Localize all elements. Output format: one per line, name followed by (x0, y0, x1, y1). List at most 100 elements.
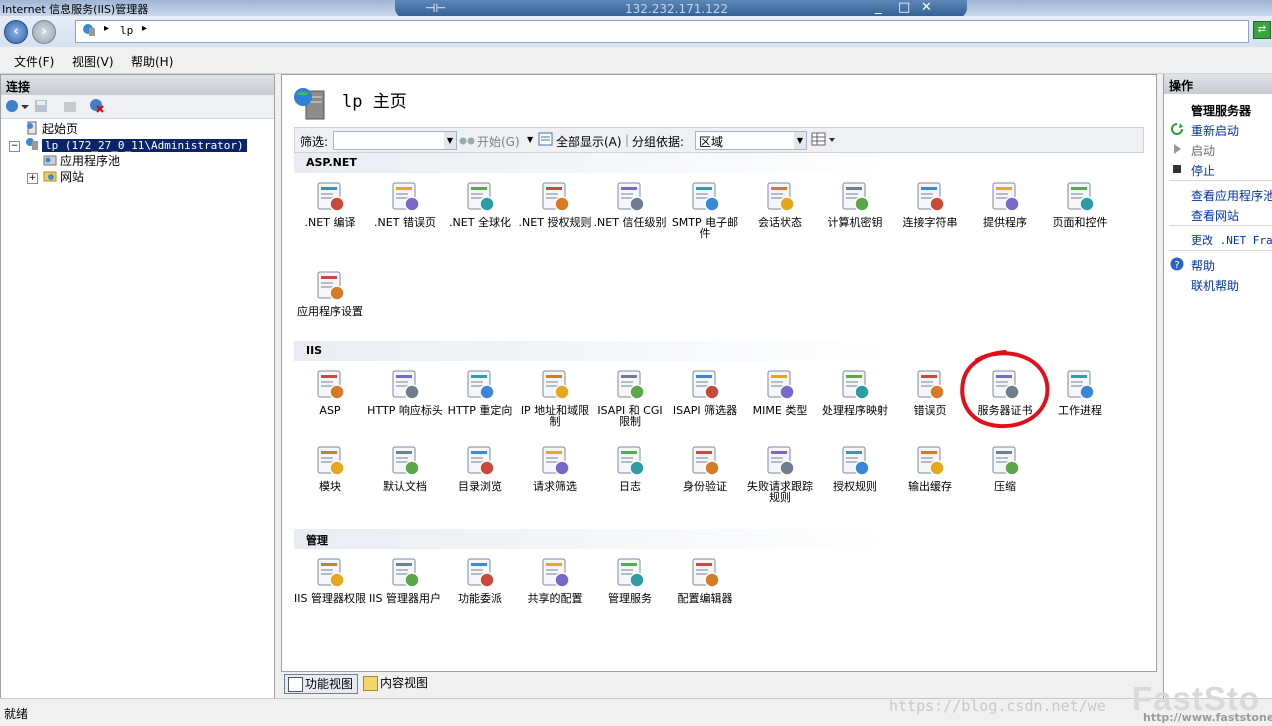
rdp-minimize-button[interactable]: _ (875, 0, 882, 15)
feature-item[interactable]: 管理服务 (592, 555, 668, 604)
address-box[interactable]: ▸ lp ▸ (75, 20, 1249, 43)
feature-label: 连接字符串 (902, 216, 958, 229)
feature-item[interactable]: IIS 管理器权限 (292, 555, 368, 604)
feature-item[interactable]: 默认文档 (367, 443, 443, 492)
feature-item[interactable]: 会话状态 (742, 179, 818, 228)
change-net-framework-link[interactable]: 更改 .NET Fram (1191, 232, 1272, 248)
connections-toolbar (1, 95, 274, 119)
tab-features-view[interactable]: 功能视图 (284, 674, 359, 694)
feature-label: IIS 管理器用户 (369, 592, 441, 605)
view-app-pools-link[interactable]: 查看应用程序池 (1191, 187, 1272, 204)
feature-item[interactable]: .NET 全球化 (442, 179, 518, 228)
feature-item[interactable]: 共享的配置 (517, 555, 593, 604)
feature-item[interactable]: 处理程序映射 (817, 367, 893, 416)
feature-label: 计算机密钥 (827, 216, 883, 229)
actions-divider (1169, 225, 1272, 226)
feature-item[interactable]: 失败请求跟踪规则 (742, 443, 818, 503)
delete-connection-icon[interactable] (89, 98, 105, 114)
feature-label: .NET 信任级别 (593, 216, 667, 229)
feature-icon (367, 555, 443, 589)
view-mode-icon[interactable] (811, 132, 837, 147)
up-level-icon[interactable] (63, 99, 77, 113)
feature-item[interactable]: 日志 (592, 443, 668, 492)
chevron-down-icon[interactable]: ▼ (794, 132, 806, 149)
feature-item[interactable]: MIME 类型 (742, 367, 818, 416)
feature-item[interactable]: 功能委派 (442, 555, 518, 604)
menu-view[interactable]: 视图(V) (72, 53, 114, 70)
menu-help[interactable]: 帮助(H) (131, 53, 173, 70)
start-link[interactable]: 启动 (1191, 142, 1215, 159)
start-filter-button[interactable]: 开始(G) (477, 133, 520, 150)
refresh-icon[interactable]: ⇄ (1253, 21, 1271, 39)
feature-item[interactable]: 身份验证 (667, 443, 743, 492)
feature-item[interactable]: 压缩 (967, 443, 1043, 492)
tree-item-server[interactable]: lp (172_27_0_11\Administrator) (25, 137, 247, 153)
tree-expand-icon[interactable]: + (27, 173, 38, 184)
feature-item[interactable]: 页面和控件 (1042, 179, 1118, 228)
page-title: lp 主页 (342, 92, 407, 112)
feature-item[interactable]: 模块 (292, 443, 368, 492)
feature-item[interactable]: .NET 编译 (292, 179, 368, 228)
view-sites-link[interactable]: 查看网站 (1191, 207, 1239, 224)
filter-input[interactable]: ▼ (333, 131, 457, 150)
filter-bar: 筛选: ▼ 开始(G) ▼ 全部显示(A) | 分组依据: 区域 ▼ (294, 127, 1144, 153)
feature-item[interactable]: 应用程序设置 (292, 268, 368, 317)
feature-item[interactable]: ISAPI 筛选器 (667, 367, 743, 416)
brand-url-watermark: http://www.faststone (1143, 711, 1272, 724)
group-by-select[interactable]: 区域 ▼ (695, 131, 807, 150)
feature-item[interactable]: 连接字符串 (892, 179, 968, 228)
annotation-circle (960, 350, 1050, 429)
actions-divider (1169, 180, 1272, 181)
chevron-down-icon[interactable]: ▼ (527, 135, 533, 144)
feature-item[interactable]: .NET 信任级别 (592, 179, 668, 228)
feature-item[interactable]: .NET 错误页 (367, 179, 443, 228)
menu-file[interactable]: 文件(F) (14, 53, 54, 70)
feature-item[interactable]: 请求筛选 (517, 443, 593, 492)
feature-label: 会话状态 (758, 216, 802, 229)
save-icon[interactable] (34, 99, 48, 113)
actions-divider (1169, 250, 1272, 251)
tree-label: 应用程序池 (60, 154, 121, 168)
stop-icon (1173, 165, 1181, 173)
tree-label: lp (172_27_0_11\Administrator) (42, 139, 247, 152)
pin-icon[interactable]: ⊣⊢ (425, 1, 446, 15)
feature-item[interactable]: 工作进程 (1042, 367, 1118, 416)
menu-bar: 文件(F) 视图(V) 帮助(H) (0, 47, 1272, 74)
feature-item[interactable]: HTTP 重定向 (442, 367, 518, 416)
online-help-link[interactable]: 联机帮助 (1191, 277, 1239, 294)
back-button[interactable]: ‹ (4, 20, 28, 44)
feature-item[interactable]: 提供程序 (967, 179, 1043, 228)
restart-link[interactable]: 重新启动 (1191, 122, 1239, 139)
feature-item[interactable]: .NET 授权规则 (517, 179, 593, 228)
feature-item[interactable]: SMTP 电子邮件 (667, 179, 743, 239)
rdp-close-button[interactable]: ✕ (921, 0, 932, 15)
feature-item[interactable]: 目录浏览 (442, 443, 518, 492)
stop-link[interactable]: 停止 (1191, 162, 1215, 179)
feature-label: 工作进程 (1058, 404, 1102, 417)
feature-item[interactable]: 输出缓存 (892, 443, 968, 492)
feature-label: 身份验证 (683, 480, 727, 493)
forward-button[interactable]: › (32, 20, 56, 44)
rdp-restore-button[interactable]: □ (898, 0, 910, 15)
feature-item[interactable]: HTTP 响应标头 (367, 367, 443, 416)
help-link[interactable]: 帮助 (1191, 257, 1215, 274)
connect-icon[interactable] (5, 99, 29, 113)
tree-item-start-page[interactable]: 起始页 (25, 121, 78, 137)
svg-text:?: ? (1174, 260, 1179, 271)
feature-item[interactable]: 配置编辑器 (667, 555, 743, 604)
window-title: Internet 信息服务(IIS)管理器 (2, 3, 149, 16)
feature-item[interactable]: 计算机密钥 (817, 179, 893, 228)
content-view-icon (363, 676, 378, 691)
show-all-button[interactable]: 全部显示(A) (556, 133, 622, 150)
feature-item[interactable]: IP 地址和域限制 (517, 367, 593, 427)
tree-collapse-icon[interactable]: − (9, 141, 20, 152)
feature-item[interactable]: 授权规则 (817, 443, 893, 492)
tree-item-app-pools[interactable]: 应用程序池 (43, 153, 120, 169)
feature-item[interactable]: ASP (292, 367, 368, 416)
feature-icon (667, 179, 743, 213)
chevron-down-icon[interactable]: ▼ (444, 132, 456, 149)
tree-item-sites[interactable]: 网站 (43, 169, 84, 185)
feature-item[interactable]: ISAPI 和 CGI 限制 (592, 367, 668, 427)
tab-content-view[interactable]: 内容视图 (360, 674, 432, 692)
feature-item[interactable]: IIS 管理器用户 (367, 555, 443, 604)
